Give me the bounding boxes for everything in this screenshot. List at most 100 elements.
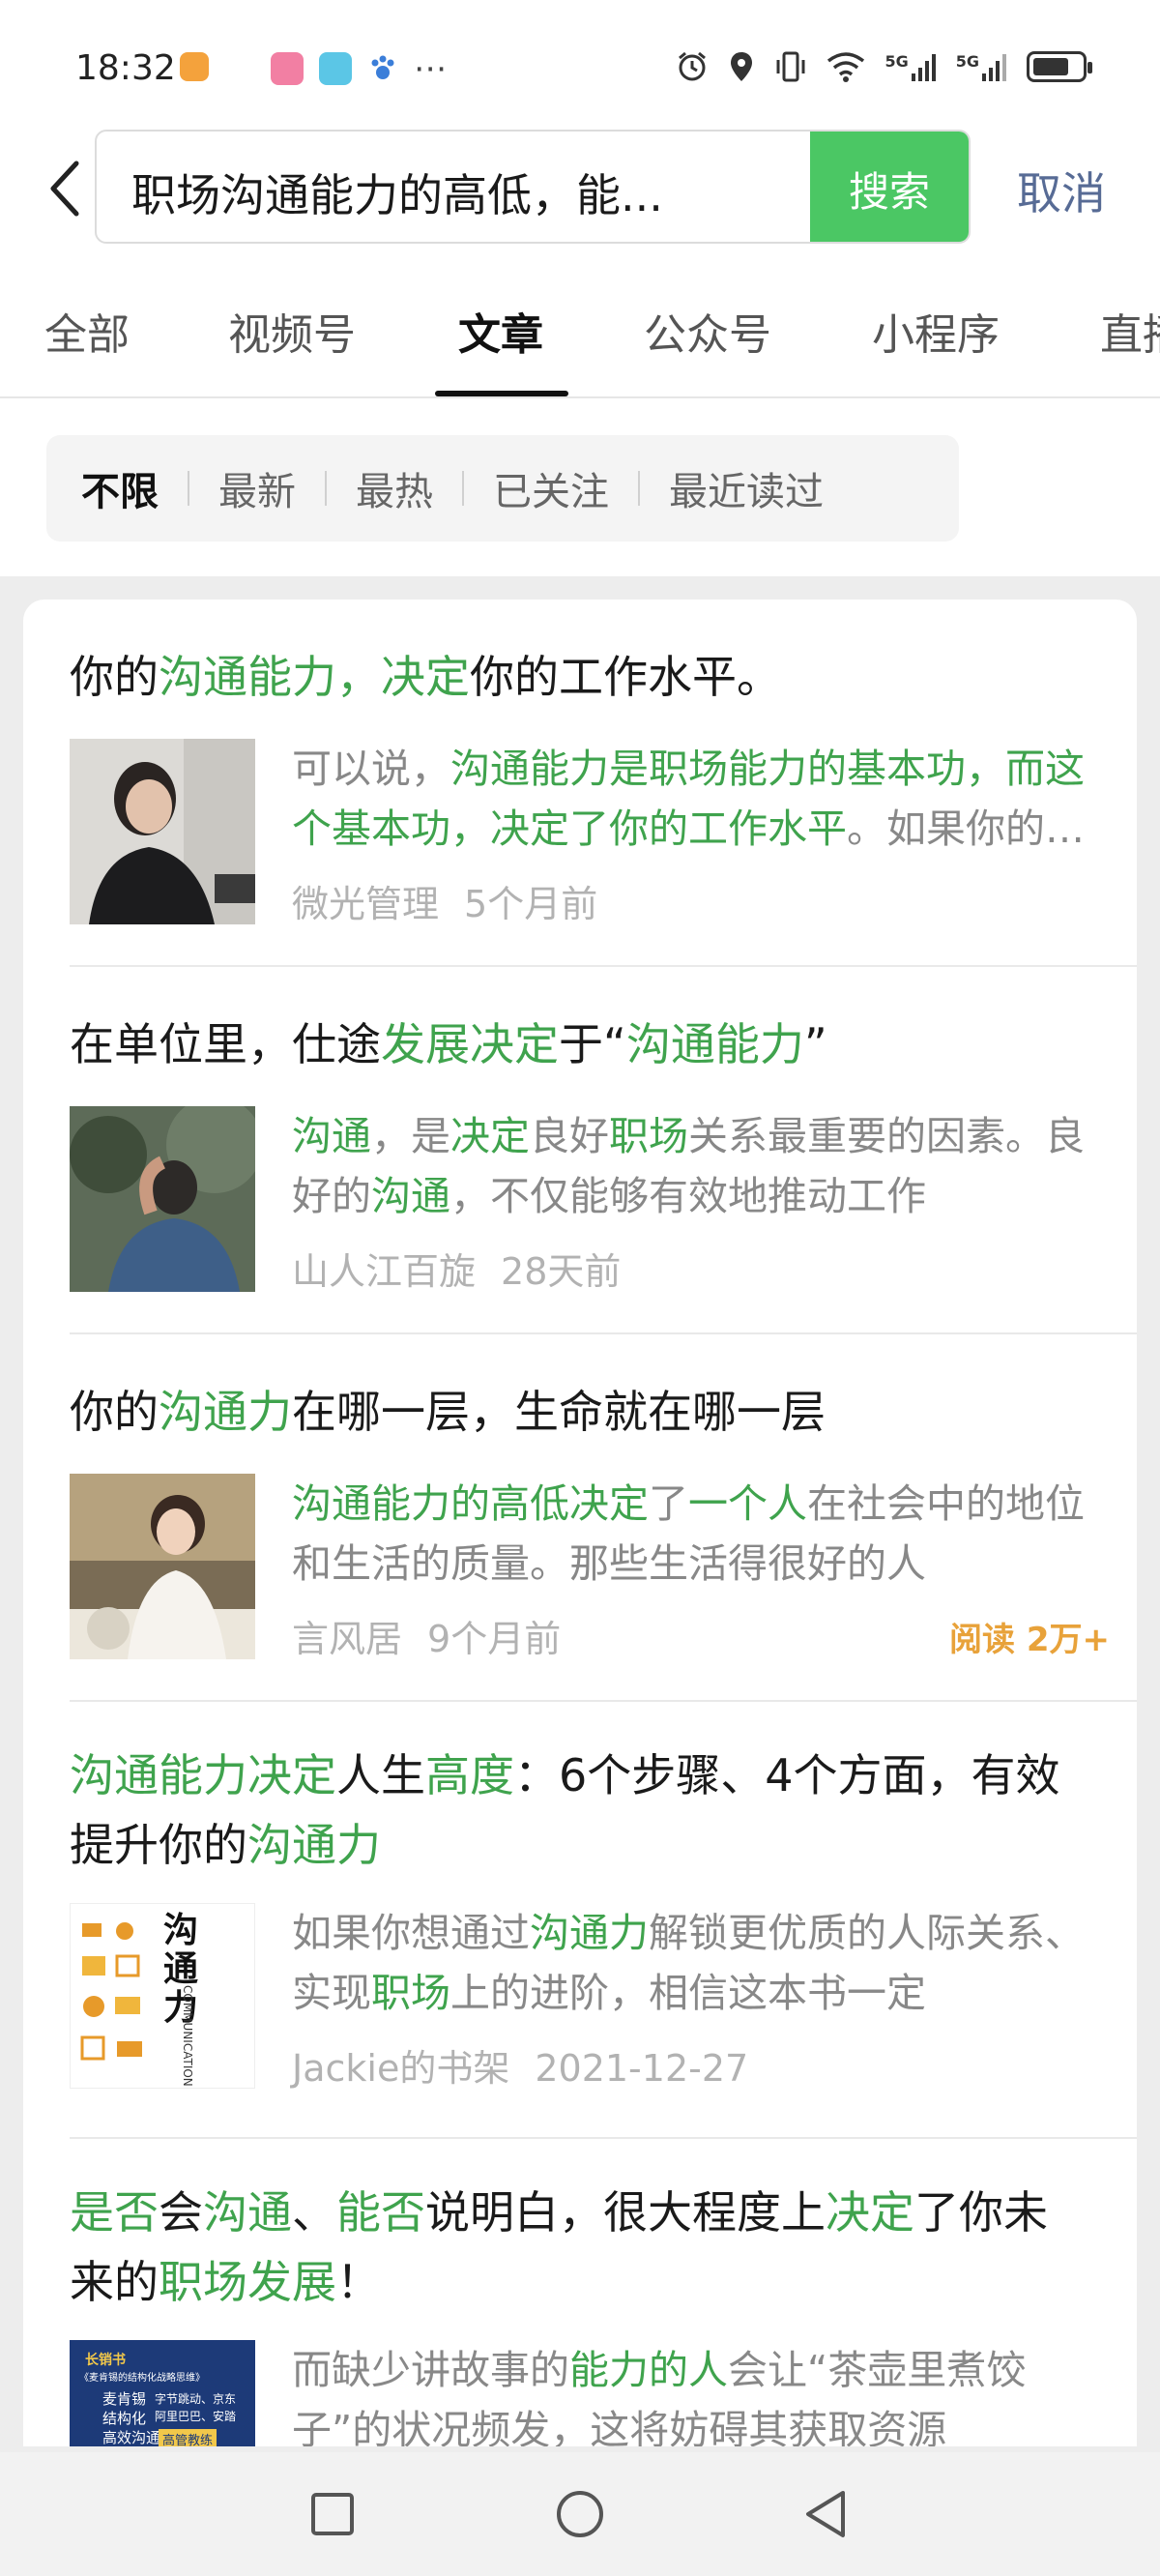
- result-item[interactable]: 你的沟通力在哪一层，生命就在哪一层 沟通能力的高低决定了一个人在社会中的地位和生…: [70, 1377, 1137, 1696]
- search-button[interactable]: 搜索: [810, 132, 969, 242]
- signal-bars-icon: [911, 54, 936, 81]
- home-button[interactable]: [553, 2487, 607, 2541]
- result-time: 9个月前: [427, 1618, 562, 1660]
- keyword-highlight: 沟通能力的高低决定: [292, 1480, 649, 1527]
- result-meta: Jackie的书架 2021-12-27: [292, 2038, 748, 2092]
- tab-bar: 全部 视频号 文章 公众号 小程序 直播: [0, 261, 1160, 398]
- location-icon: [731, 52, 753, 81]
- status-app-icons: ⋯: [271, 52, 447, 85]
- result-source[interactable]: 山人江百旋: [292, 1250, 476, 1293]
- keyword-highlight: 沟通力: [530, 1910, 649, 1956]
- tab-all[interactable]: 全部: [44, 300, 130, 362]
- signal-2: 5G: [956, 52, 1007, 81]
- reader-app-icon: [319, 52, 352, 85]
- result-snippet: 而缺少讲故事的能力的人会让“茶壶里煮饺子”的状况频发，这将妨碍其获取资源: [292, 2347, 1027, 2446]
- video-app-icon: [271, 52, 304, 85]
- keyword-highlight: 沟通: [371, 1173, 450, 1219]
- result-meta: 微光管理 5个月前: [292, 874, 597, 927]
- paw-app-icon: [371, 55, 394, 79]
- keyword-highlight: 沟通能力，决定: [159, 651, 470, 703]
- result-title[interactable]: 在单位里，仕途发展决定于“沟通能力”: [70, 1010, 1085, 1079]
- result-time: 5个月前: [464, 883, 598, 925]
- keyword-highlight: 能否: [336, 2186, 425, 2239]
- result-snippet: 如果你想通过沟通力解锁更优质的人际关系、实现职场上的进阶，相信这本书一定: [292, 1910, 1085, 2016]
- keyword-highlight: 职场: [371, 1970, 450, 2016]
- keyword-highlight: 沟通能力决定: [70, 1749, 336, 1801]
- search-input[interactable]: 职场沟通能力的高低，能...: [131, 161, 798, 224]
- back-nav-button[interactable]: [798, 2487, 853, 2541]
- book-cover-line: 结构化: [102, 2410, 147, 2427]
- keyword-highlight: 是否: [70, 2186, 159, 2239]
- cancel-button[interactable]: 取消: [1017, 159, 1106, 222]
- search-box[interactable]: 职场沟通能力的高低，能... 搜索: [95, 130, 971, 244]
- book-cover-line: 阿里巴巴、安踏: [155, 2410, 237, 2423]
- result-item[interactable]: 在单位里，仕途发展决定于“沟通能力” 沟通，是决定良好职场关系最重要的因素。良好…: [70, 1010, 1137, 1329]
- keyword-highlight: 一个人: [688, 1480, 807, 1527]
- result-source[interactable]: Jackie的书架: [292, 2047, 509, 2090]
- keyword-highlight: 高度: [425, 1749, 514, 1801]
- battery-icon: [1027, 51, 1092, 82]
- keyword-highlight: 能力的人: [569, 2347, 728, 2393]
- keyword-highlight: 沟通力: [247, 1819, 381, 1871]
- keyword-highlight: 沟通力: [159, 1386, 292, 1438]
- keyword-highlight: 发展决定: [381, 1018, 559, 1070]
- keyword-highlight: 沟通: [292, 1113, 371, 1159]
- filter-followed[interactable]: 已关注: [493, 460, 609, 516]
- book-cover-thumbnail: 沟通力 COMMUNICATION: [70, 1903, 255, 2089]
- active-tab-indicator: [435, 391, 568, 396]
- book-cover-side-text: COMMUNICATION: [181, 1985, 194, 2087]
- results-list: 你的沟通能力，决定你的工作水平。 可以说，沟通能力是职场能力的基本功，而这个基本…: [23, 600, 1137, 2446]
- result-thumbnail: [70, 1474, 255, 1659]
- wifi-icon: [827, 52, 865, 82]
- keyword-highlight: 职场: [609, 1113, 688, 1159]
- filter-hottest[interactable]: 最热: [356, 460, 433, 516]
- result-title[interactable]: 沟通能力决定人生高度：6个步骤、4个方面，有效提升你的沟通力: [70, 1741, 1085, 1880]
- keyword-highlight: 决定: [826, 2186, 914, 2239]
- result-snippet: 可以说，沟通能力是职场能力的基本功，而这个基本功，决定了你的工作水平。如果你的沟…: [292, 746, 1085, 852]
- result-snippet: 沟通，是决定良好职场关系最重要的因素。良好的沟通，不仅能够有效地推动工作: [292, 1113, 1085, 1219]
- filter-divider: [325, 471, 327, 506]
- result-item[interactable]: 沟通能力决定人生高度：6个步骤、4个方面，有效提升你的沟通力 沟通力 COMMU…: [70, 1741, 1137, 2137]
- keyword-highlight: 职场发展: [159, 2256, 336, 2308]
- read-count: 阅读 2万+: [949, 1621, 1110, 1659]
- keyword-highlight: 沟通能力是职场能力的基本功，而这个基本功，决定了你的工作水平: [292, 746, 1085, 852]
- divider: [70, 965, 1137, 967]
- tab-articles[interactable]: 文章: [458, 300, 543, 362]
- status-bar: 18:32 ⋯ 5G 5G: [0, 0, 1160, 116]
- book-cover-thumbnail: 长销书 《麦肯锡的结构化战略思维》 麦肯锡 结构化 高效沟通 字节跳动、京东 阿…: [70, 2340, 255, 2446]
- divider: [70, 1700, 1137, 1702]
- filter-divider: [638, 471, 640, 506]
- signal-1: 5G: [884, 52, 936, 81]
- result-title[interactable]: 你的沟通力在哪一层，生命就在哪一层: [70, 1377, 1085, 1447]
- status-time: 18:32: [75, 48, 176, 88]
- keyword-highlight: 决定: [450, 1113, 530, 1159]
- tab-mini-programs[interactable]: 小程序: [872, 300, 1000, 362]
- network-label-2: 5G: [955, 52, 979, 71]
- tab-video-channel[interactable]: 视频号: [228, 300, 356, 362]
- result-item[interactable]: 你的沟通能力，决定你的工作水平。 可以说，沟通能力是职场能力的基本功，而这个基本…: [70, 642, 1137, 961]
- status-right-icons: 5G 5G: [676, 50, 1092, 83]
- filter-latest[interactable]: 最新: [218, 460, 296, 516]
- filter-unlimited[interactable]: 不限: [81, 460, 159, 516]
- vibrate-icon: [776, 51, 805, 82]
- recent-apps-button[interactable]: [305, 2487, 360, 2541]
- network-label-1: 5G: [884, 52, 909, 71]
- result-item[interactable]: 是否会沟通、能否说明白，很大程度上决定了你未来的职场发展！ 长销书 《麦肯锡的结…: [70, 2178, 1137, 2446]
- triangle-back-icon: [806, 2491, 845, 2537]
- back-button[interactable]: [35, 155, 93, 222]
- result-source[interactable]: 言风居: [292, 1618, 402, 1660]
- divider: [70, 1332, 1137, 1334]
- filter-area: 不限 最新 最热 已关注 最近读过: [0, 398, 1160, 576]
- tab-official-accounts[interactable]: 公众号: [644, 300, 771, 362]
- result-title[interactable]: 你的沟通能力，决定你的工作水平。: [70, 642, 1085, 712]
- tab-live[interactable]: 直播: [1100, 300, 1160, 362]
- book-cover-line: 麦肯锡: [102, 2390, 147, 2408]
- result-meta: 山人江百旋 28天前: [292, 1242, 621, 1295]
- result-source[interactable]: 微光管理: [292, 883, 439, 925]
- book-cover-subtitle: 《麦肯锡的结构化战略思维》: [79, 2373, 205, 2384]
- result-title[interactable]: 是否会沟通、能否说明白，很大程度上决定了你未来的职场发展！: [70, 2178, 1085, 2317]
- keyword-highlight: 沟通能力: [625, 1018, 804, 1070]
- filter-recently-read[interactable]: 最近读过: [669, 460, 824, 516]
- result-thumbnail: [70, 739, 255, 924]
- filter-bar: 不限 最新 最热 已关注 最近读过: [46, 435, 959, 542]
